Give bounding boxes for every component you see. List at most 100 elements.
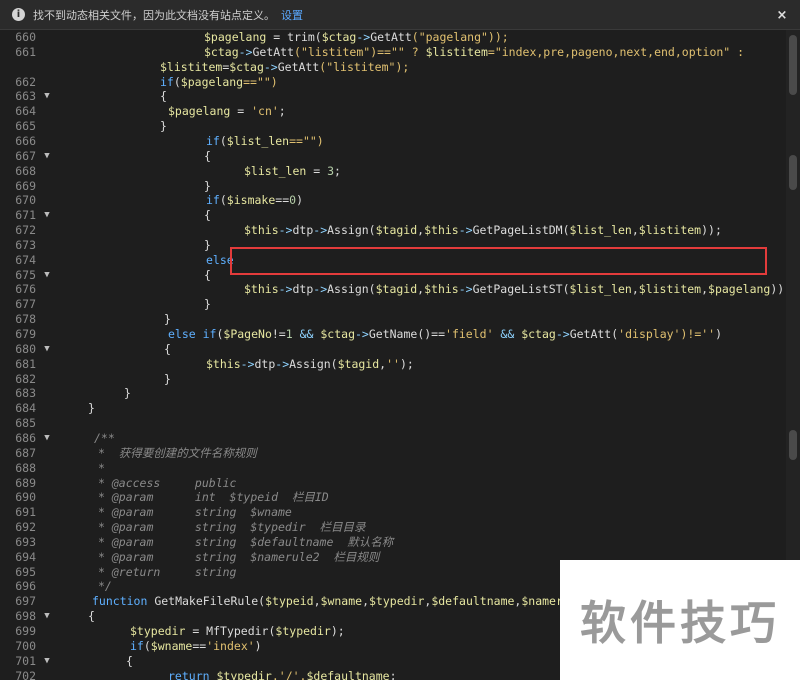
fold-toggle-icon[interactable]: ▼ xyxy=(42,208,52,223)
code-text: * xyxy=(98,461,105,476)
code-token: { xyxy=(204,208,211,223)
scrollbar-thumb[interactable] xyxy=(789,430,797,460)
code-token: $list_len xyxy=(244,163,307,178)
fold-toggle-icon[interactable]: ▼ xyxy=(42,149,52,164)
infobar-message: 找不到动态相关文件，因为此文档没有站点定义。 xyxy=(33,8,275,22)
code-token: GetPageListST xyxy=(472,282,563,297)
code-text: $this->dtp->Assign($tagid,$this->GetPage… xyxy=(244,223,722,238)
watermark-text: 软件技巧 xyxy=(580,596,780,650)
code-token: , xyxy=(362,594,369,609)
code-token: * @param string $wname xyxy=(98,505,292,520)
code-line: 663 ▼ { xyxy=(0,89,786,104)
code-token: -> xyxy=(356,30,371,44)
code-text: * @param string $namerule2 栏目规则 xyxy=(98,550,379,565)
scrollbar-marker xyxy=(789,35,797,95)
code-token: -> xyxy=(555,327,570,341)
code-text: * @param int $typeid 栏目ID xyxy=(98,490,329,505)
code-text: function GetMakeFileRule($typeid,$wname,… xyxy=(92,594,584,609)
infobar: i 找不到动态相关文件，因为此文档没有站点定义。 设置 × xyxy=(0,0,800,30)
code-token: /** xyxy=(94,430,115,445)
code-token: else if xyxy=(168,327,217,341)
code-token: if xyxy=(206,133,220,148)
code-token: GetName xyxy=(368,327,418,341)
code-token: ) xyxy=(715,327,723,341)
code-line: 664 $pagelang = 'cn'; xyxy=(0,104,786,119)
code-text: $ctag->GetAtt("listitem")=="" ? $listite… xyxy=(204,45,744,60)
code-text: { xyxy=(160,89,167,104)
code-text: } xyxy=(164,312,171,327)
code-text: /** xyxy=(94,431,115,446)
code-token: $ismake xyxy=(226,193,276,208)
code-text: } xyxy=(88,401,95,416)
code-text: $typedir = MfTypedir($typedir); xyxy=(130,624,345,639)
code-token: $listitem xyxy=(425,44,488,59)
fold-toggle-icon[interactable]: ▼ xyxy=(42,342,52,357)
line-number: 669 xyxy=(15,178,36,193)
info-icon: i xyxy=(12,8,25,21)
fold-toggle-icon[interactable]: ▼ xyxy=(42,654,52,669)
code-token: -> xyxy=(355,327,369,341)
settings-link[interactable]: 设置 xyxy=(281,7,303,23)
code-token: && xyxy=(292,327,321,341)
line-number: 677 xyxy=(15,297,36,312)
line-number: 692 xyxy=(15,520,36,535)
code-token: dtp xyxy=(254,356,276,371)
code-token: -> xyxy=(240,356,255,371)
code-token: $ctag xyxy=(321,30,357,44)
fold-toggle-icon[interactable]: ▼ xyxy=(42,89,52,104)
code-token: if xyxy=(130,638,144,653)
line-number: 685 xyxy=(15,416,36,431)
code-line: 670 if($ismake==0) xyxy=(0,193,786,208)
code-token: $this xyxy=(424,223,459,238)
code-token: GetAtt xyxy=(277,59,320,74)
code-text: $pagelang = 'cn'; xyxy=(168,104,286,119)
fold-toggle-icon[interactable]: ▼ xyxy=(42,268,52,283)
code-line: 672 $this->dtp->Assign($tagid,$this->GetP… xyxy=(0,223,786,238)
code-line: 666 if($list_len=="") xyxy=(0,134,786,149)
fold-toggle-icon[interactable]: ▼ xyxy=(42,609,52,624)
code-line: 689 * @access public xyxy=(0,476,786,491)
code-text: { xyxy=(204,208,211,223)
code-token: ; xyxy=(278,104,286,119)
code-token: } xyxy=(88,401,95,416)
code-text: if($list_len=="") xyxy=(206,134,324,149)
code-token: * @access public xyxy=(98,475,237,490)
code-token: '' xyxy=(386,356,400,371)
code-token: GetAtt xyxy=(252,44,295,59)
code-token: ) xyxy=(254,638,262,653)
code-token: } xyxy=(204,237,211,252)
close-icon[interactable]: × xyxy=(774,7,790,23)
code-text: } xyxy=(160,119,167,134)
line-number: 665 xyxy=(15,119,36,134)
code-token: Assign xyxy=(289,356,331,371)
line-number: 678 xyxy=(15,312,36,327)
code-token: -> xyxy=(278,282,293,297)
code-token: , xyxy=(701,282,709,297)
code-token: $this xyxy=(244,223,279,238)
code-line: $listitem=$ctag->GetAtt("listitem"); xyxy=(0,60,786,75)
code-token: if xyxy=(206,193,220,208)
code-token: -> xyxy=(458,282,473,297)
code-line: 667 ▼ { xyxy=(0,149,786,164)
code-line: 662 if($pagelang=="") xyxy=(0,75,786,90)
line-number: 691 xyxy=(15,505,36,520)
code-text: * 获得要创建的文件名称规则 xyxy=(98,446,257,461)
code-token: * xyxy=(98,460,105,475)
code-token: $ctag xyxy=(521,327,556,341)
code-text: $list_len = 3; xyxy=(244,164,341,179)
code-line: 660 $pagelang = trim($ctag->GetAtt("pagel… xyxy=(0,30,786,45)
line-number: 675 xyxy=(15,267,36,282)
fold-toggle-icon[interactable]: ▼ xyxy=(42,431,52,446)
code-token: , xyxy=(631,282,639,297)
code-token: ("pagelang")); xyxy=(411,30,509,44)
code-token: ("listitem"); xyxy=(319,59,410,74)
code-line: 691 * @param string $wname xyxy=(0,505,786,520)
code-token: =="") xyxy=(243,74,278,89)
code-token: )!='' xyxy=(680,327,716,341)
code-text: else if($PageNo!=1 && $ctag->GetName()==… xyxy=(168,327,722,342)
code-token: GetAtt xyxy=(370,30,412,44)
code-token: ) xyxy=(296,193,303,208)
code-token: 'cn' xyxy=(251,104,279,119)
code-token: $typeid xyxy=(265,594,314,609)
code-token: $tagid xyxy=(375,282,418,297)
